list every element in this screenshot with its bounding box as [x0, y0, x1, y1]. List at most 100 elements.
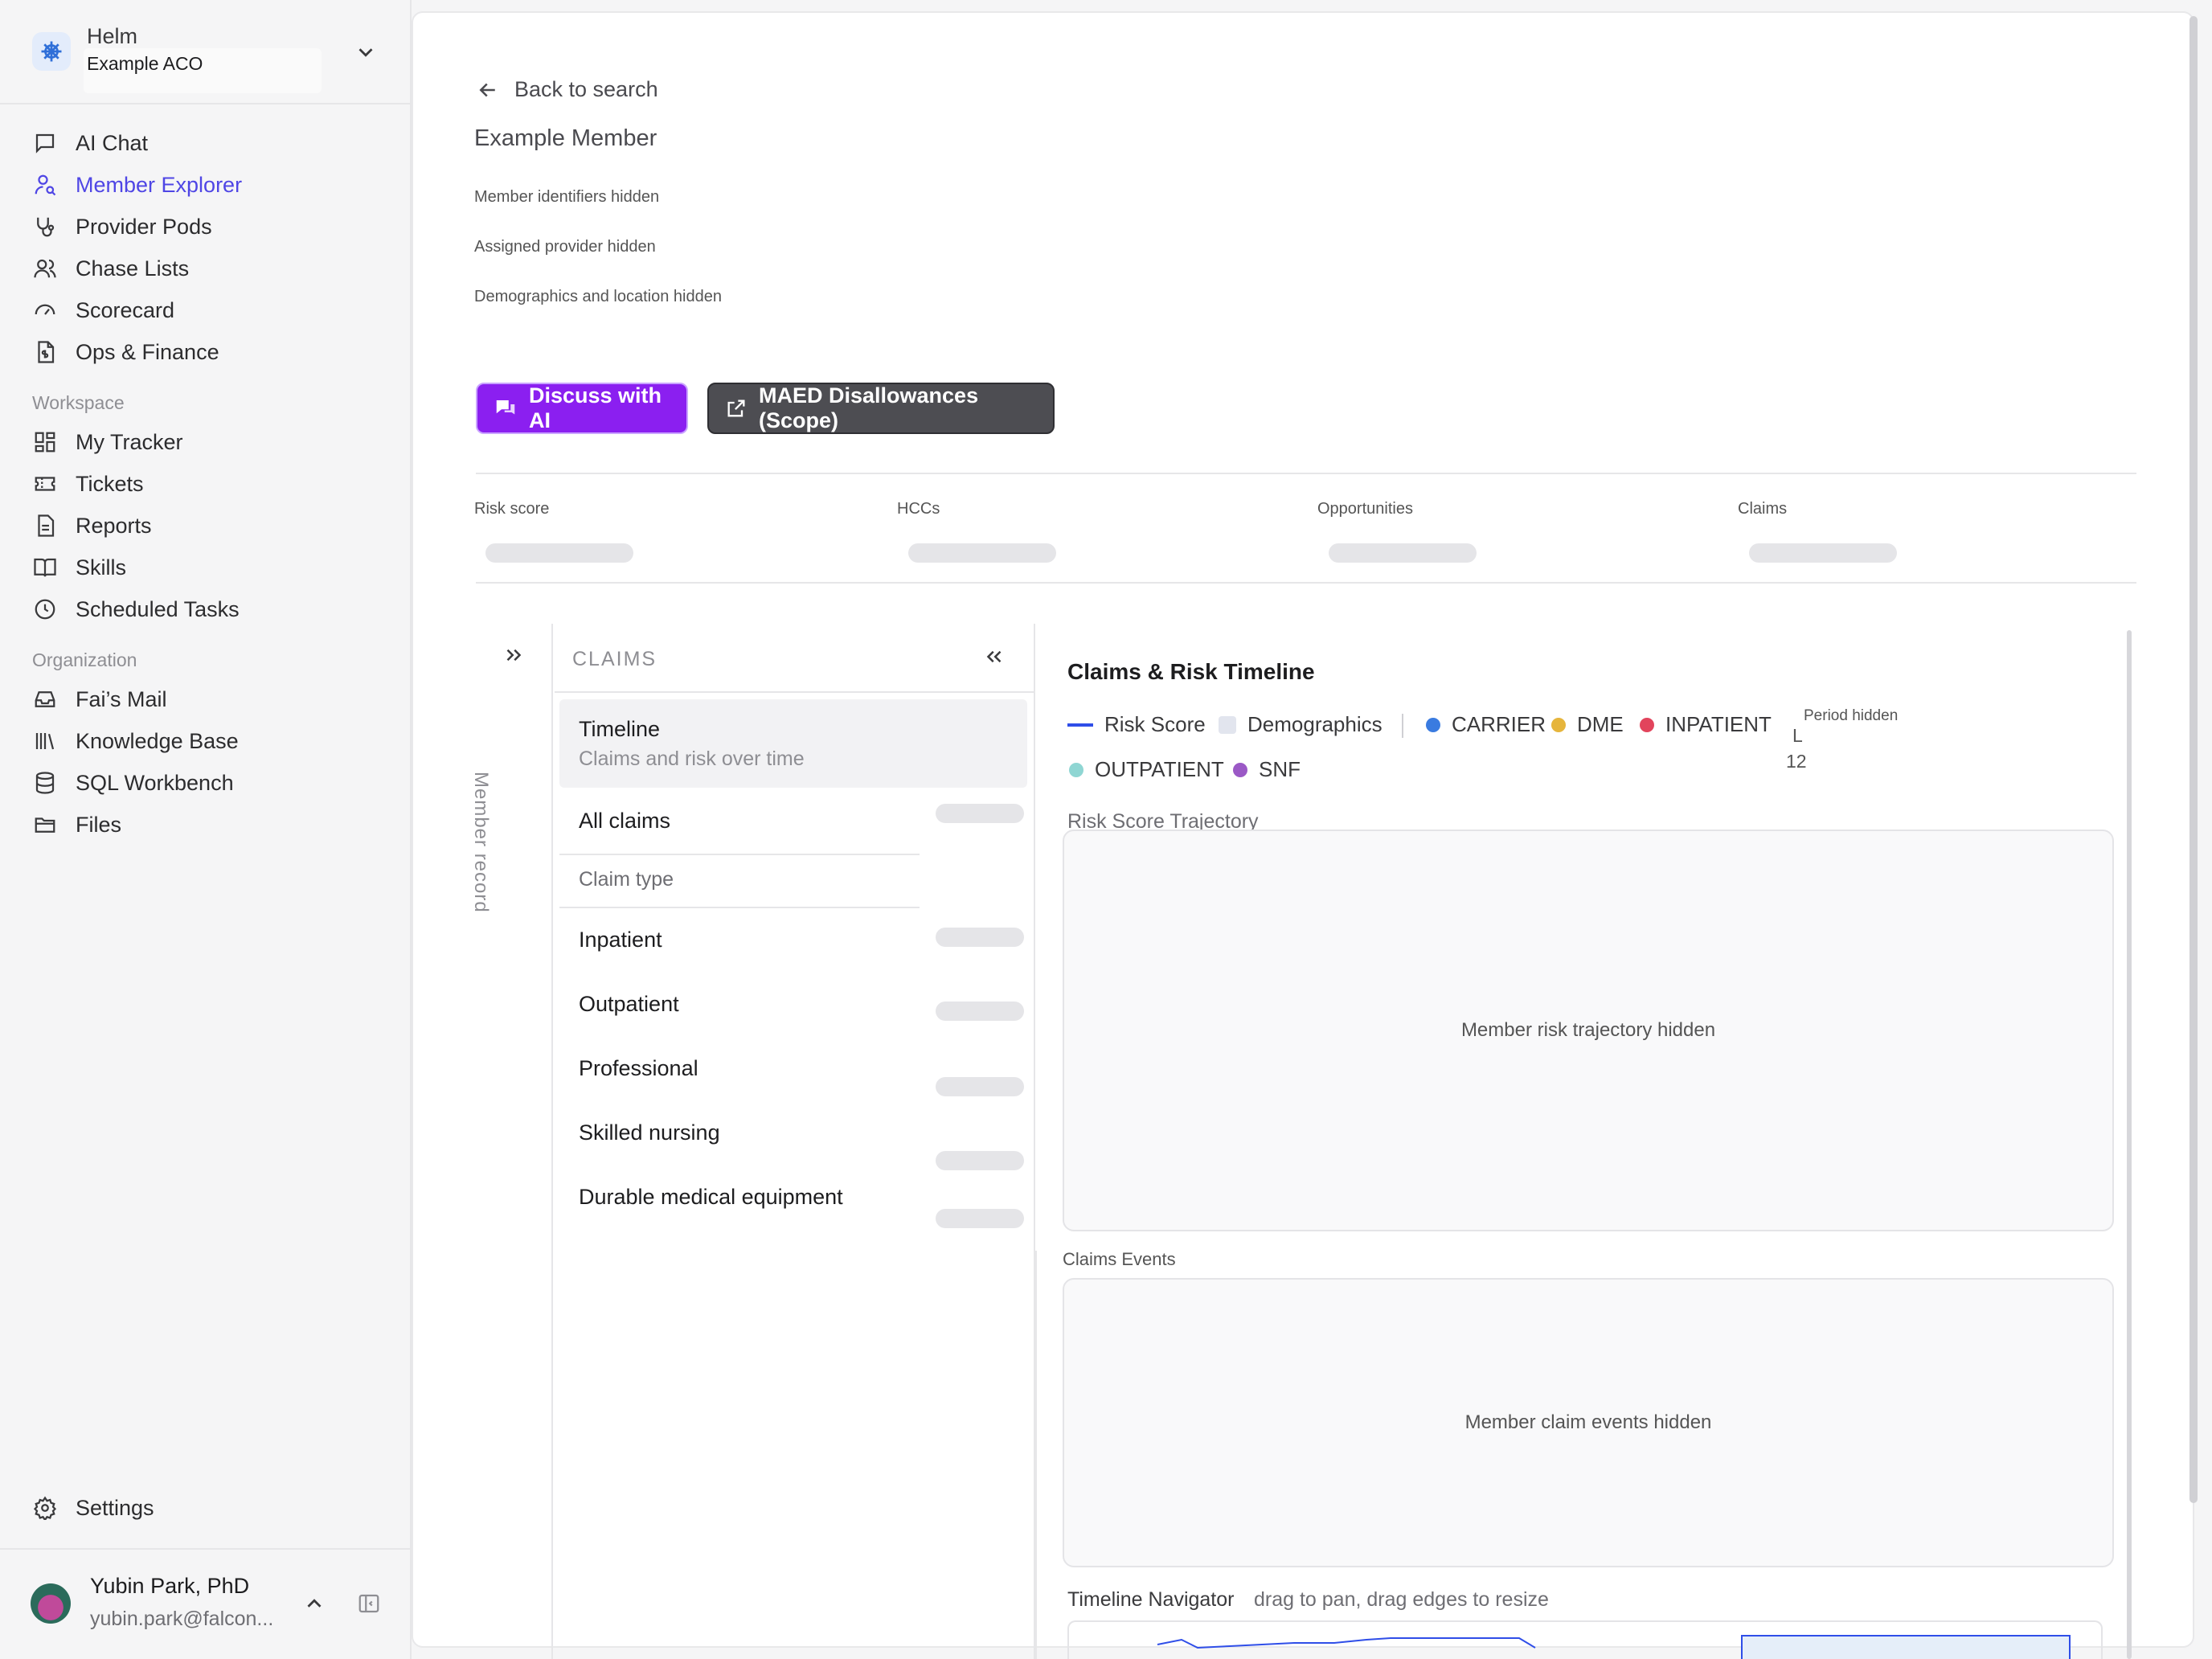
risk-score-skeleton — [485, 543, 633, 563]
nav-fais-mail[interactable]: Fai’s Mail — [32, 682, 167, 717]
scrollbar[interactable] — [2189, 16, 2198, 1503]
divider — [476, 473, 2136, 474]
nav-ai-chat[interactable]: AI Chat — [32, 125, 148, 161]
nav-tickets[interactable]: Tickets — [32, 466, 144, 502]
nav-skills[interactable]: Skills — [32, 550, 126, 585]
nav-provider-pods[interactable]: Provider Pods — [32, 209, 212, 244]
nav-label: Skills — [76, 555, 127, 580]
legend-inpatient[interactable]: INPATIENT — [1640, 712, 1772, 737]
user-email: yubin.park@falcon... — [90, 1608, 274, 1630]
nav-scorecard[interactable]: Scorecard — [32, 293, 174, 328]
nav-label: Provider Pods — [76, 214, 212, 239]
chat-bubbles-icon — [494, 396, 518, 420]
navigator-label: Timeline Navigator — [1067, 1588, 1235, 1611]
period-12: 12 — [1786, 751, 1807, 772]
sidebar: Helm Example ACO AI Chat Member Explorer… — [0, 0, 412, 1659]
users-icon — [32, 256, 58, 281]
inpatient-count-skeleton — [936, 928, 1024, 947]
claims-nav-skilled-nursing[interactable]: Skilled nursing — [579, 1120, 720, 1145]
avatar[interactable] — [31, 1583, 71, 1624]
divider — [0, 1548, 410, 1550]
nav-label: Member Explorer — [76, 172, 243, 197]
divider — [1035, 1251, 1037, 1659]
nav-my-tracker[interactable]: My Tracker — [32, 424, 183, 460]
timeline-scrollbar[interactable] — [2127, 630, 2132, 1659]
ticket-icon — [32, 471, 58, 497]
outpatient-count-skeleton — [936, 1002, 1024, 1021]
claims-nav-inpatient[interactable]: Inpatient — [579, 928, 662, 952]
claims-label: Claims — [1738, 500, 1788, 518]
nav-ops-finance[interactable]: Ops & Finance — [32, 334, 219, 370]
chevrons-right-icon[interactable] — [502, 643, 526, 667]
line-swatch-icon — [1067, 723, 1093, 727]
hccs-label: HCCs — [897, 500, 940, 518]
legend-dme[interactable]: DME — [1551, 712, 1624, 737]
divider — [555, 691, 1034, 693]
claims-nav-dme[interactable]: Durable medical equipment — [579, 1185, 843, 1210]
claims-heading: CLAIMS — [572, 648, 657, 670]
timeline-sublabel: Claims and risk over time — [579, 748, 805, 770]
opportunities-skeleton — [1329, 543, 1477, 563]
maed-disallowances-button[interactable]: MAED Disallowances (Scope) — [707, 383, 1055, 434]
nav-scheduled-tasks[interactable]: Scheduled Tasks — [32, 592, 240, 627]
nav-chase-lists[interactable]: Chase Lists — [32, 251, 189, 286]
legend-outpatient[interactable]: OUTPATIENT — [1069, 757, 1224, 782]
divider — [559, 907, 920, 908]
report-icon — [32, 513, 58, 539]
dot-icon — [1233, 762, 1247, 777]
nav-member-explorer[interactable]: Member Explorer — [32, 167, 242, 203]
external-link-icon — [725, 397, 748, 420]
chevron-down-icon[interactable] — [354, 40, 378, 64]
gear-icon — [32, 1495, 58, 1521]
button-label: Discuss with AI — [529, 383, 662, 432]
button-label: MAED Disallowances (Scope) — [759, 383, 979, 432]
nav-label: Chase Lists — [76, 256, 190, 281]
nav-reports[interactable]: Reports — [32, 508, 152, 543]
database-icon — [32, 770, 58, 796]
legend-snf[interactable]: SNF — [1233, 757, 1301, 782]
collapse-sidebar-icon[interactable] — [357, 1591, 381, 1616]
legend-carrier[interactable]: CARRIER — [1426, 712, 1546, 737]
chevrons-left-icon[interactable] — [982, 645, 1006, 669]
dot-icon — [1426, 717, 1440, 732]
nav-files[interactable]: Files — [32, 807, 121, 842]
nav-label: Scheduled Tasks — [76, 596, 240, 621]
legend-demographics[interactable]: Demographics — [1219, 712, 1382, 737]
nav-label: Fai’s Mail — [76, 686, 167, 711]
chevron-up-icon[interactable] — [302, 1591, 326, 1616]
dme-count-skeleton — [936, 1209, 1024, 1228]
library-icon — [32, 728, 58, 754]
claims-nav-outpatient[interactable]: Outpatient — [579, 992, 679, 1017]
chat-icon — [32, 130, 58, 156]
nav-label: Tickets — [76, 471, 144, 496]
claims-nav-all-claims[interactable]: All claims — [579, 809, 670, 834]
opportunities-label: Opportunities — [1317, 500, 1413, 518]
professional-count-skeleton — [936, 1077, 1024, 1096]
nav-label: SQL Workbench — [76, 770, 234, 795]
back-to-search-link[interactable]: Back to search — [476, 77, 658, 102]
risk-score-label: Risk score — [474, 500, 550, 518]
demographics-location: Demographics and location hidden — [474, 288, 722, 305]
nav-label: AI Chat — [76, 130, 149, 155]
claims-nav-professional[interactable]: Professional — [579, 1056, 698, 1081]
claims-events-label: Claims Events — [1063, 1249, 1176, 1269]
discuss-with-ai-button[interactable]: Discuss with AI — [476, 383, 688, 434]
claims-nav-timeline[interactable] — [559, 699, 1027, 788]
legend-label: OUTPATIENT — [1095, 757, 1224, 781]
legend-risk-score[interactable]: Risk Score — [1067, 712, 1206, 737]
nav-sql-workbench[interactable]: SQL Workbench — [32, 765, 234, 801]
grid-icon — [32, 429, 58, 455]
organization-heading: Organization — [32, 649, 137, 670]
legend-divider — [1402, 714, 1403, 738]
skilled-nursing-count-skeleton — [936, 1151, 1024, 1170]
member-record-label[interactable]: Member record — [469, 772, 492, 913]
navigator-window-handle[interactable] — [1741, 1635, 2071, 1659]
period-l: L — [1792, 725, 1803, 746]
org-name: Example ACO — [87, 53, 203, 74]
nav-label: Scorecard — [76, 297, 175, 322]
helm-logo-icon[interactable] — [32, 32, 71, 71]
nav-label: Settings — [76, 1495, 154, 1520]
nav-knowledge-base[interactable]: Knowledge Base — [32, 723, 239, 759]
legend-label: Risk Score — [1104, 712, 1206, 736]
nav-settings[interactable]: Settings — [32, 1490, 154, 1526]
